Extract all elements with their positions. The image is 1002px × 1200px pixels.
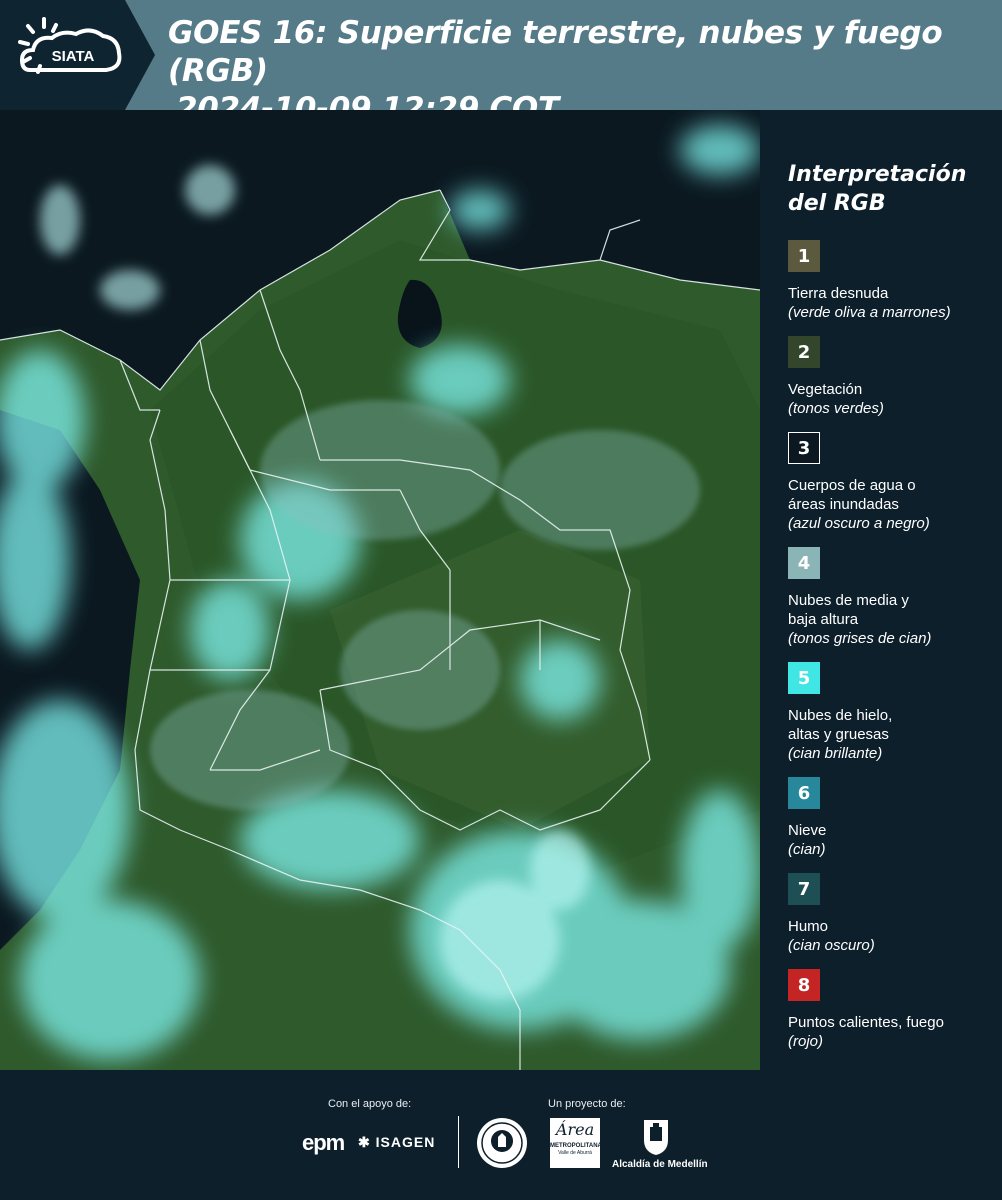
legend-item: 5 Nubes de hielo, altas y gruesas (cian … <box>788 662 988 763</box>
header-bar: SIATA GOES 16: Superficie terrestre, nub… <box>0 0 1002 127</box>
legend-swatch: 2 <box>788 336 820 368</box>
legend-item: 6 Nieve (cian) <box>788 777 988 859</box>
legend-desc: (tonos grises de cian) <box>788 630 932 647</box>
legend-item: 7 Humo (cian oscuro) <box>788 873 988 955</box>
satellite-map[interactable] <box>0 110 760 1070</box>
satellite-image <box>0 110 760 1070</box>
legend-desc: (cian brillante) <box>788 745 883 762</box>
legend-label: Humo <box>788 918 829 935</box>
legend-items: 1 Tierra desnuda (verde oliva a marrones… <box>788 240 988 1051</box>
support-label: Con el apoyo de: <box>328 1098 412 1110</box>
footer: Con el apoyo de: Un proyecto de: epm ✱ I… <box>0 1070 1002 1200</box>
legend-desc: (tonos verdes) <box>788 400 884 417</box>
legend-swatch: 4 <box>788 547 820 579</box>
legend-label: Nubes de hielo, altas y gruesas <box>788 707 893 743</box>
area-logo-sub2: Valle de Aburrá <box>558 1150 592 1156</box>
legend-item: 8 Puntos calientes, fuego (rojo) <box>788 969 988 1051</box>
medellin-shield-icon <box>644 1120 668 1155</box>
legend-swatch: 7 <box>788 873 820 905</box>
legend-label: Tierra desnuda <box>788 285 889 302</box>
rgb-legend: Interpretación del RGB 1 Tierra desnuda … <box>788 160 988 1065</box>
legend-desc: (azul oscuro a negro) <box>788 515 930 532</box>
legend-label: Nubes de media y baja altura <box>788 592 909 628</box>
epm-logo: epm <box>302 1130 345 1155</box>
alcaldia-label: Alcaldía de Medellín <box>612 1159 708 1170</box>
legend-item: 3 Cuerpos de agua o áreas inundadas (azu… <box>788 432 988 533</box>
legend-label: Cuerpos de agua o áreas inundadas <box>788 477 916 513</box>
legend-swatch: 3 <box>788 432 820 464</box>
isagen-star-icon: ✱ <box>358 1134 371 1150</box>
legend-item: 1 Tierra desnuda (verde oliva a marrones… <box>788 240 988 322</box>
legend-swatch: 1 <box>788 240 820 272</box>
legend-label: Puntos calientes, fuego <box>788 1014 944 1031</box>
isagen-logo: ✱ ISAGEN <box>358 1134 435 1151</box>
title-line-1: GOES 16: Superficie terrestre, nubes y f… <box>168 15 943 89</box>
siata-logo: SIATA <box>0 0 155 110</box>
legend-item: 4 Nubes de media y baja altura (tonos gr… <box>788 547 988 648</box>
legend-desc: (rojo) <box>788 1033 824 1050</box>
legend-swatch: 8 <box>788 969 820 1001</box>
legend-item: 2 Vegetación (tonos verdes) <box>788 336 988 418</box>
legend-title: Interpretación del RGB <box>788 160 988 218</box>
legend-label: Nieve <box>788 822 827 839</box>
isagen-logo-text: ISAGEN <box>375 1134 436 1150</box>
legend-title-text: Interpretación del RGB <box>788 162 967 216</box>
legend-swatch: 6 <box>788 777 820 809</box>
legend-label: Vegetación <box>788 381 863 398</box>
area-metropolitana-logo: Área METROPOLITANA Valle de Aburrá <box>550 1118 602 1168</box>
legend-swatch: 5 <box>788 662 820 694</box>
logo-text: SIATA <box>52 48 95 65</box>
legend-desc: (cian oscuro) <box>788 937 875 954</box>
legend-desc: (verde oliva a marrones) <box>788 304 951 321</box>
footer-divider <box>458 1116 459 1168</box>
area-logo-text: Área <box>555 1120 595 1139</box>
project-label: Un proyecto de: <box>548 1098 626 1110</box>
legend-desc: (cian) <box>788 841 826 858</box>
university-seal-icon <box>477 1118 527 1168</box>
area-logo-sub: METROPOLITANA <box>550 1143 602 1149</box>
